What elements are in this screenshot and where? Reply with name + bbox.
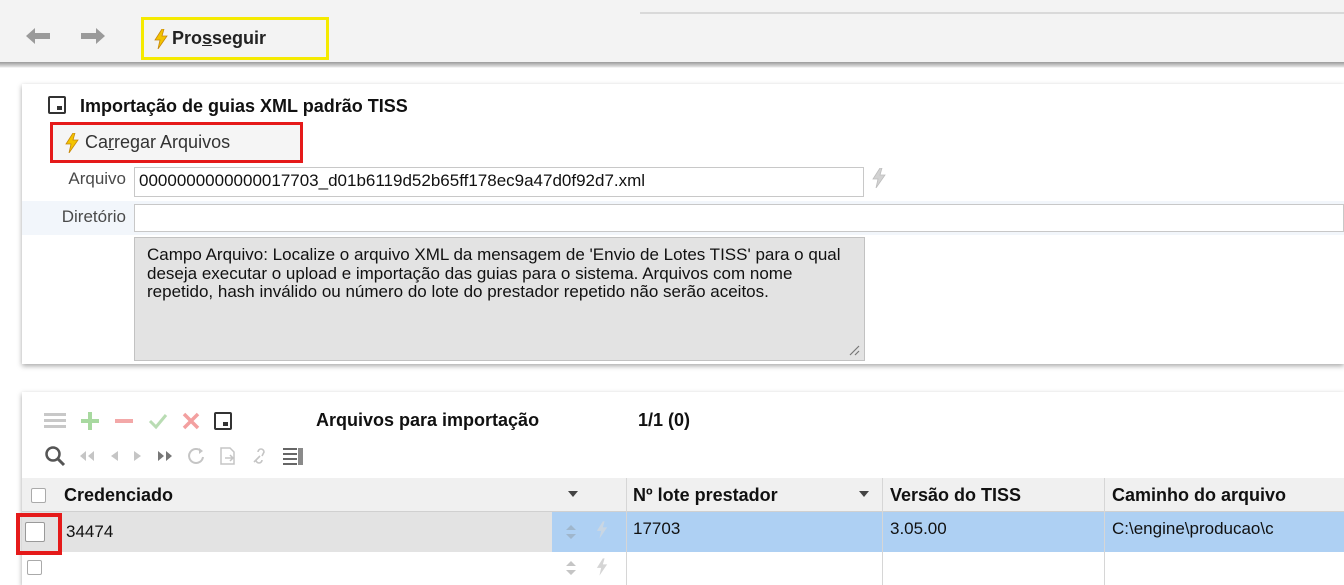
last-page-icon[interactable] xyxy=(156,450,174,462)
row-checkbox[interactable] xyxy=(27,560,42,575)
sort-dropdown-icon[interactable] xyxy=(567,490,579,498)
grid-nav-toolbar xyxy=(44,445,304,467)
remove-icon[interactable] xyxy=(114,411,134,431)
row-checkbox[interactable] xyxy=(25,522,45,542)
refresh-icon[interactable] xyxy=(186,446,206,466)
forward-arrow-icon[interactable] xyxy=(80,27,106,45)
export-icon[interactable] xyxy=(218,446,238,466)
column-header-versao[interactable]: Versão do TISS xyxy=(890,478,1021,512)
toolbar-divider xyxy=(640,12,1344,14)
carregar-arquivos-button[interactable]: Carregar Arquivos xyxy=(50,122,303,163)
grid-edit-toolbar xyxy=(44,411,232,431)
search-icon[interactable] xyxy=(44,445,66,467)
check-icon[interactable] xyxy=(148,411,168,431)
table-row[interactable] xyxy=(22,552,1344,585)
arquivo-label: Arquivo xyxy=(68,169,126,188)
import-panel-title: Importação de guias XML padrão TISS xyxy=(80,96,408,116)
help-text: Campo Arquivo: Localize o arquivo XML da… xyxy=(147,245,841,301)
column-divider xyxy=(1104,478,1105,585)
minimize-panel-icon[interactable] xyxy=(48,96,66,114)
diretorio-input[interactable] xyxy=(134,204,1344,232)
select-all-checkbox[interactable] xyxy=(31,488,46,503)
link-icon[interactable] xyxy=(250,446,270,466)
arquivo-input[interactable]: 0000000000000017703_d01b6119d52b65ff178e… xyxy=(134,167,864,197)
column-header-credenciado[interactable]: Credenciado xyxy=(64,478,173,512)
add-icon[interactable] xyxy=(80,411,100,431)
toolbar-shadow xyxy=(0,62,1344,67)
help-textarea[interactable]: Campo Arquivo: Localize o arquivo XML da… xyxy=(134,237,865,361)
previous-page-icon[interactable] xyxy=(108,450,120,462)
cancel-icon[interactable] xyxy=(182,412,200,430)
files-counter: 1/1 (0) xyxy=(638,410,691,430)
cell-credenciado: 34474 xyxy=(66,522,114,541)
diretorio-label: Diretório xyxy=(61,207,126,226)
cell-lote: 17703 xyxy=(633,519,681,538)
prosseguir-button[interactable]: Prosseguir xyxy=(141,17,329,60)
column-header-caminho[interactable]: Caminho do arquivo xyxy=(1112,478,1344,512)
carregar-arquivos-label: Carregar Arquivos xyxy=(85,132,231,152)
lightning-icon[interactable] xyxy=(872,168,886,188)
lightning-icon xyxy=(65,132,79,153)
reorder-icon[interactable] xyxy=(565,524,577,540)
next-page-icon[interactable] xyxy=(132,450,144,462)
column-header-lote[interactable]: Nº lote prestador xyxy=(633,478,778,512)
row-action-cell xyxy=(552,512,627,552)
first-page-icon[interactable] xyxy=(78,450,96,462)
cell-versao: 3.05.00 xyxy=(890,519,947,538)
sort-dropdown-icon[interactable] xyxy=(858,490,870,498)
columns-icon[interactable] xyxy=(282,446,304,466)
lightning-icon xyxy=(154,28,168,49)
lightning-icon[interactable] xyxy=(596,558,608,576)
column-divider xyxy=(626,478,627,585)
back-arrow-icon[interactable] xyxy=(25,27,51,45)
lightning-icon[interactable] xyxy=(596,521,608,539)
cell-caminho: C:\engine\producao\c xyxy=(1112,519,1274,538)
prosseguir-label: Prosseguir xyxy=(172,28,267,48)
minimize-panel-icon[interactable] xyxy=(214,412,232,430)
reorder-icon[interactable] xyxy=(565,560,577,576)
files-panel-title: Arquivos para importação xyxy=(316,410,540,430)
column-divider xyxy=(882,478,883,585)
list-icon[interactable] xyxy=(44,412,66,430)
resize-grip-icon[interactable] xyxy=(848,344,860,356)
